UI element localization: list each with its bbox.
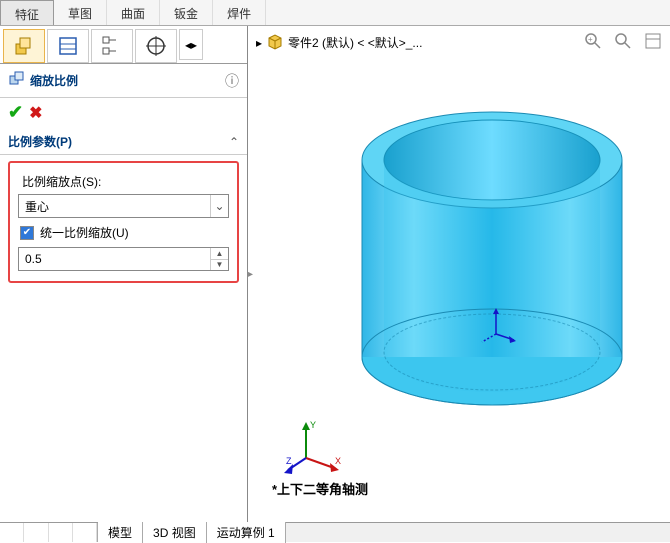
panel-splitter[interactable]: ▸ bbox=[248, 26, 254, 522]
zoom-area-icon[interactable] bbox=[612, 30, 634, 52]
tab-scroll-area[interactable] bbox=[0, 523, 98, 542]
property-icon bbox=[56, 34, 80, 58]
svg-text:X: X bbox=[335, 456, 341, 466]
scale-value-input[interactable] bbox=[19, 248, 210, 270]
svg-text:+: + bbox=[588, 35, 593, 44]
scale-params-group: 比例缩放点(S): 重心 ⌄ ✔ 统一比例缩放(U) ▲ ▼ bbox=[8, 161, 239, 283]
feature-tree-icon bbox=[12, 34, 36, 58]
chevron-right-icon: ◂▸ bbox=[185, 38, 197, 52]
view-orientation-label: *上下二等角轴测 bbox=[272, 479, 368, 498]
tab-sheetmetal[interactable]: 钣金 bbox=[160, 0, 213, 25]
pm-tab-config[interactable] bbox=[91, 29, 133, 63]
tab-3dview[interactable]: 3D 视图 bbox=[143, 522, 207, 543]
part-icon bbox=[266, 32, 284, 53]
ok-button[interactable]: ✔ bbox=[8, 102, 23, 123]
tab-sketch[interactable]: 草图 bbox=[54, 0, 107, 25]
zoom-fit-icon[interactable]: + bbox=[582, 30, 604, 52]
spin-up-button[interactable]: ▲ bbox=[211, 248, 228, 260]
cancel-button[interactable]: ✖ bbox=[29, 103, 42, 123]
uniform-scale-label: 统一比例缩放(U) bbox=[40, 224, 129, 241]
section-label: 比例参数(P) bbox=[8, 133, 229, 150]
part-label[interactable]: 零件2 (默认) < <默认>_... bbox=[288, 34, 422, 51]
tab-surface[interactable]: 曲面 bbox=[107, 0, 160, 25]
scale-value-field[interactable]: ▲ ▼ bbox=[18, 247, 229, 271]
model-cylinder[interactable] bbox=[342, 82, 642, 412]
chevron-down-icon[interactable]: ⌄ bbox=[210, 195, 228, 217]
graphics-viewport[interactable]: ▸ ▸ 零件2 (默认) < <默认>_... + bbox=[248, 26, 670, 522]
collapse-icon[interactable]: ⌃ bbox=[229, 135, 239, 149]
scale-point-value: 重心 bbox=[19, 198, 210, 215]
origin-triad-icon bbox=[476, 306, 516, 346]
svg-text:Y: Y bbox=[310, 420, 316, 430]
pm-tab-bar: ◂▸ bbox=[0, 26, 247, 64]
property-manager-panel: ◂▸ 缩放比例 ⓘ ✔ ✖ 比例参数(P) ⌃ 比例缩放点(S): 重心 ⌄ bbox=[0, 26, 248, 522]
pm-tab-more[interactable]: ◂▸ bbox=[179, 29, 203, 60]
feature-title: 缩放比例 bbox=[30, 72, 225, 89]
scale-feature-icon bbox=[8, 70, 26, 91]
bottom-tab-bar: 模型 3D 视图 运动算例 1 bbox=[0, 522, 670, 542]
tab-features[interactable]: 特征 bbox=[0, 0, 54, 25]
scale-point-select[interactable]: 重心 ⌄ bbox=[18, 194, 229, 218]
pm-tab-property[interactable] bbox=[47, 29, 89, 63]
help-icon[interactable]: ⓘ bbox=[225, 71, 239, 91]
scale-point-label: 比例缩放点(S): bbox=[22, 173, 229, 190]
tab-motion-study[interactable]: 运动算例 1 bbox=[207, 522, 286, 543]
uniform-scale-checkbox[interactable]: ✔ bbox=[20, 226, 34, 240]
pm-tab-dimxpert[interactable] bbox=[135, 29, 177, 63]
dimxpert-icon bbox=[144, 34, 168, 58]
tree-expand-icon[interactable]: ▸ bbox=[256, 36, 262, 50]
pm-tab-feature[interactable] bbox=[3, 29, 45, 63]
config-icon bbox=[100, 34, 124, 58]
tab-weldments[interactable]: 焊件 bbox=[213, 0, 266, 25]
svg-text:Z: Z bbox=[286, 456, 292, 466]
view-orientation-icon[interactable] bbox=[642, 30, 664, 52]
tab-model[interactable]: 模型 bbox=[98, 522, 143, 543]
view-triad-icon[interactable]: Y X Z bbox=[284, 418, 344, 478]
spin-down-button[interactable]: ▼ bbox=[211, 260, 228, 271]
